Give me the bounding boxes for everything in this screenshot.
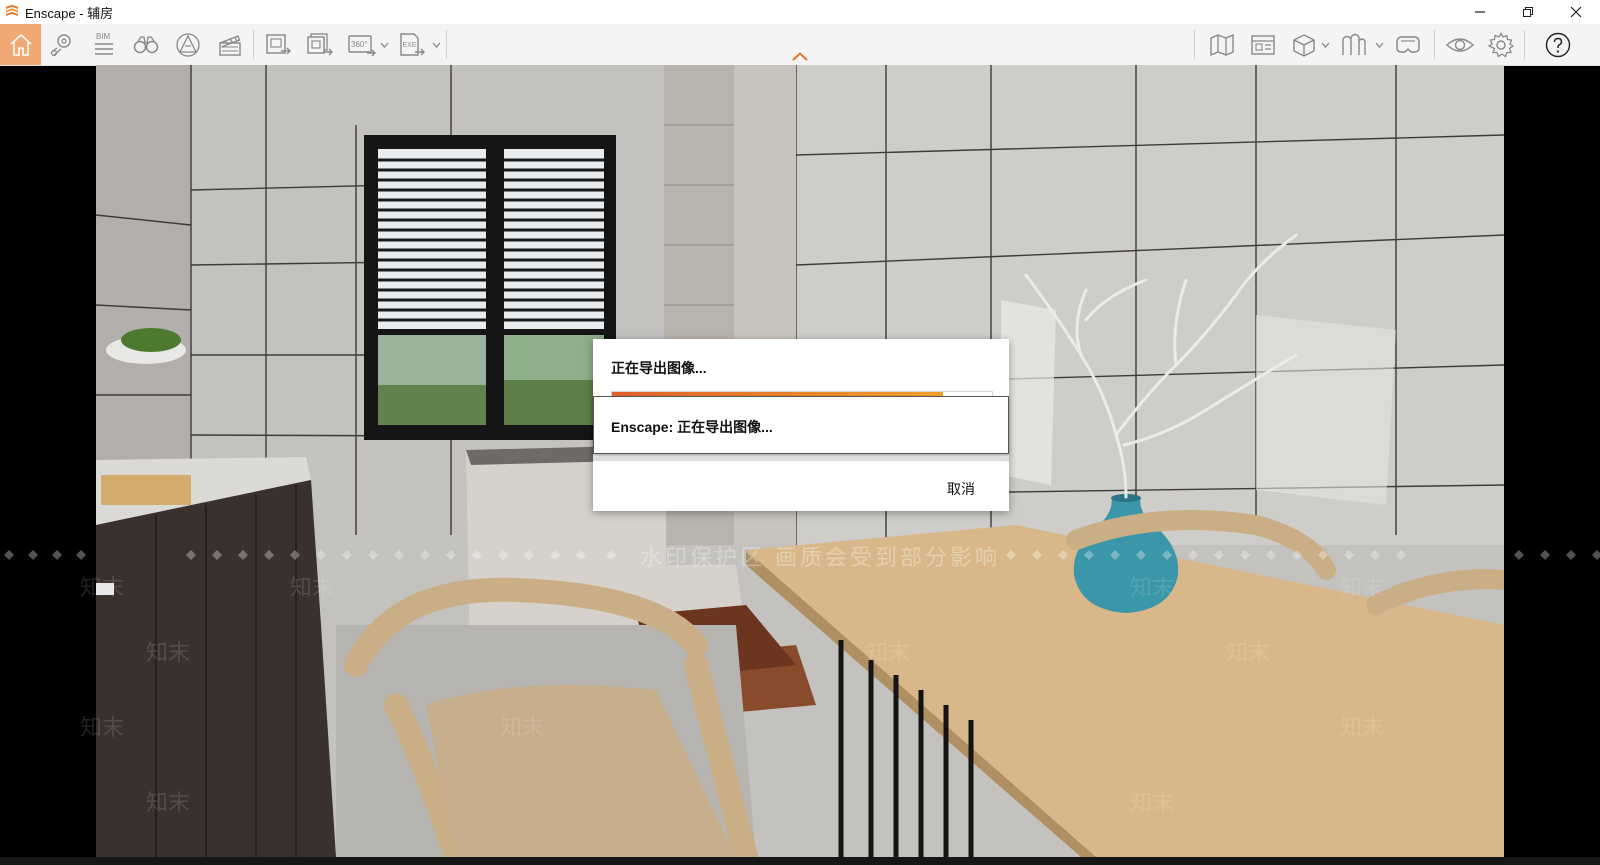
box-icon [1293,33,1315,57]
watermark-mark: 知末 [1130,576,1175,601]
pano-label: 360° [351,40,368,49]
watermark-mark: 知末 [80,576,125,601]
watermark-mark: 知末 [500,716,545,741]
enscape-logo-icon [6,4,18,16]
screenshot-export-icon [266,33,291,54]
location-button[interactable] [42,24,82,65]
video-editor-button[interactable] [210,24,250,65]
toolbar-separator [1524,30,1525,59]
bim-icon: BIM [95,32,113,55]
watermark-mark: 知末 [1340,716,1385,741]
watermark-mark: 知末 [866,641,911,666]
help-icon [1545,32,1571,57]
binoculars-icon [133,35,159,53]
restore-icon [1523,7,1533,17]
help-button[interactable] [1538,24,1578,65]
bim-label: BIM [96,32,111,41]
watermark-mark: 知末 [290,576,335,601]
status-strip [0,857,1600,865]
watermark-mark: 知末 [80,716,125,741]
close-icon [1570,6,1582,18]
walk-mode-button[interactable] [126,24,166,65]
dialog-divider [593,457,1009,461]
material-editor-button[interactable] [1284,24,1324,65]
watermark-mark: 知末 [1130,791,1175,816]
asset-library-button[interactable] [1334,24,1374,65]
toolbar-separator [1194,30,1195,59]
home-button[interactable] [0,24,41,65]
visual-settings-button[interactable] [1440,24,1480,65]
collapse-toolbar-button[interactable] [788,49,812,63]
chevron-down-icon[interactable] [432,42,441,48]
cancel-button[interactable]: 取消 [947,479,975,499]
view-management-icon [1251,34,1275,55]
watermark-mark: 知末 [1340,576,1385,601]
restore-button[interactable] [1504,0,1552,24]
map-button[interactable] [1202,24,1242,65]
exe-label: EXE [403,42,417,49]
asset-library-icon [1342,33,1366,55]
screenshot-button[interactable] [258,24,298,65]
watermark-mark: 知末 [1226,641,1271,666]
minimize-icon [1475,11,1485,13]
chevron-down-icon[interactable] [1321,42,1330,48]
bim-button[interactable]: BIM [84,24,124,65]
panorama-icon: 360° [348,34,376,56]
location-pin-icon [50,33,71,56]
minimize-button[interactable] [1456,0,1504,24]
chevron-down-icon[interactable] [380,42,389,48]
watermark-mark: 知末 [146,791,191,816]
title-bar: Enscape - 辅房 [0,0,1600,24]
map-icon [1210,33,1234,56]
close-button[interactable] [1552,0,1600,24]
toolbar-separator [446,30,447,59]
vr-button[interactable] [1388,24,1428,65]
chevron-up-icon [792,51,808,61]
view-management-button[interactable] [1243,24,1283,65]
window-controls [1456,0,1600,24]
panorama-button[interactable]: 360° [342,24,382,65]
gear-icon [1487,31,1515,58]
dialog-title: 正在导出图像... [611,360,707,376]
watermark-mark: 知末 [146,641,191,666]
atmosphere-icon [176,32,200,57]
vr-headset-icon [1396,35,1420,53]
window-title: Enscape - 辅房 [25,5,114,21]
atmosphere-button[interactable] [168,24,208,65]
batch-render-button[interactable] [300,24,340,65]
eye-icon [1445,37,1475,52]
exe-export-button[interactable]: EXE [392,24,432,65]
status-message: Enscape: 正在导出图像... [611,419,773,435]
exe-export-icon: EXE [400,32,425,56]
settings-button[interactable] [1481,24,1521,65]
toolbar-separator [1434,30,1435,59]
clapperboard-icon [219,34,241,56]
batch-render-icon [307,32,333,55]
toolbar-separator [253,30,254,59]
status-message-box: Enscape: 正在导出图像... [593,396,1009,454]
chevron-down-icon[interactable] [1375,42,1384,48]
watermark-banner: 水印保护区 画质会受到部分影响 [640,546,1000,571]
toolbar: BIM 360° EXE [0,24,1600,66]
home-icon [9,33,32,56]
